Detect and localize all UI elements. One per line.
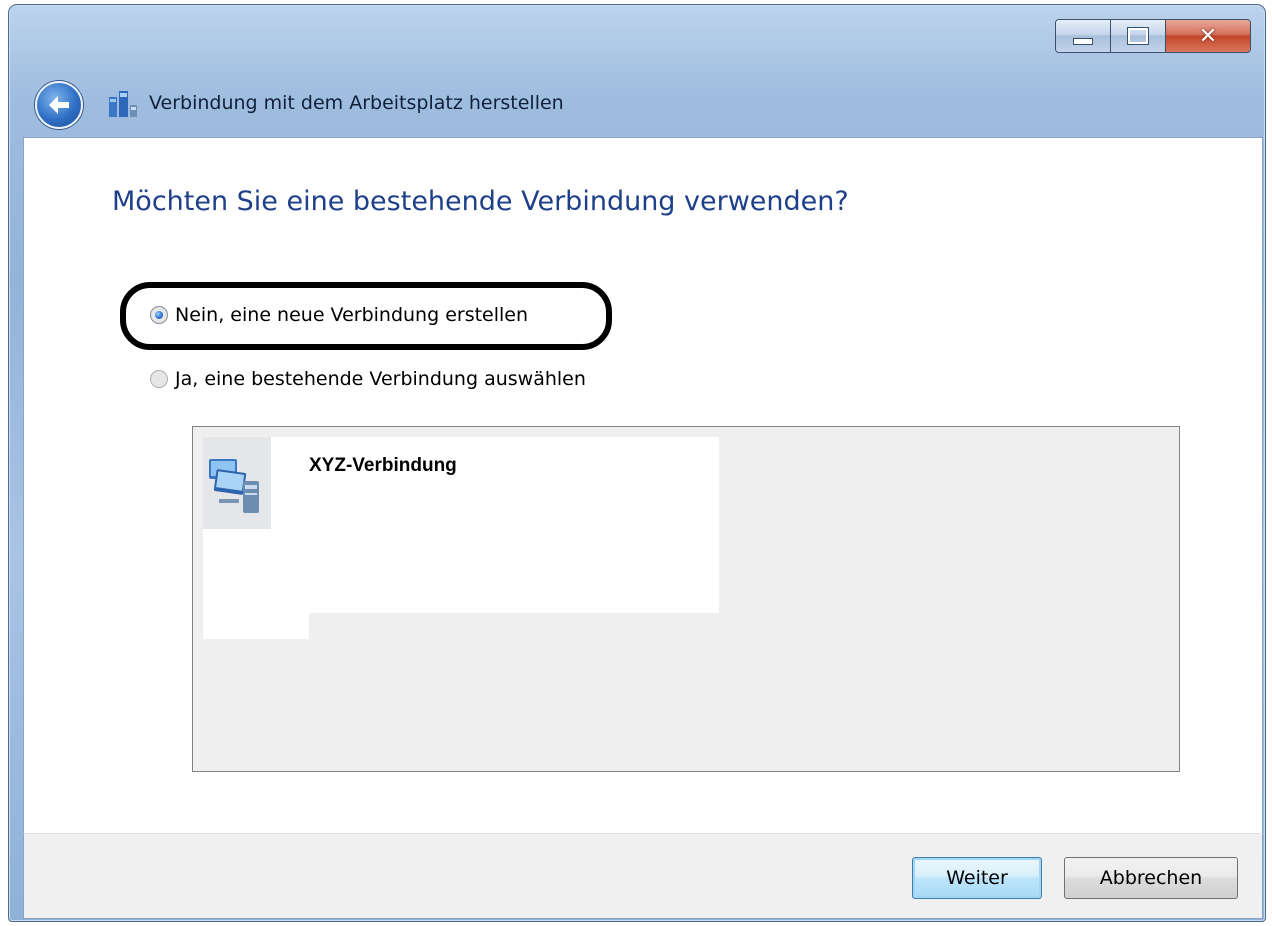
option-existing-connection[interactable]: Ja, eine bestehende Verbindung auswählen (150, 368, 586, 390)
list-item-extension (203, 613, 309, 639)
maximize-icon (1128, 28, 1148, 44)
radio-new-connection[interactable] (150, 306, 168, 324)
back-button[interactable] (35, 81, 83, 129)
list-item-icon-cell (203, 437, 271, 529)
cancel-button[interactable]: Abbrechen (1064, 857, 1238, 899)
connection-name: XYZ-Verbindung (309, 455, 457, 476)
content-panel: Möchten Sie eine bestehende Verbindung v… (23, 137, 1263, 834)
remote-desktop-icon (109, 91, 137, 117)
option-existing-connection-label: Ja, eine bestehende Verbindung auswählen (175, 368, 586, 390)
page-heading: Möchten Sie eine bestehende Verbindung v… (112, 186, 849, 217)
next-button[interactable]: Weiter (912, 857, 1042, 899)
option-new-connection-label: Nein, eine neue Verbindung erstellen (175, 304, 529, 326)
close-button[interactable]: ✕ (1166, 20, 1250, 52)
option-new-connection[interactable]: Nein, eine neue Verbindung erstellen (150, 304, 528, 326)
minimize-button[interactable] (1056, 20, 1111, 52)
close-icon: ✕ (1198, 23, 1218, 49)
radio-existing-connection[interactable] (150, 370, 168, 388)
maximize-button[interactable] (1111, 20, 1166, 52)
back-arrow-icon (49, 96, 69, 114)
footer-bar: Weiter Abbrechen (23, 833, 1263, 919)
window-title: Verbindung mit dem Arbeitsplatz herstell… (149, 92, 564, 114)
minimize-icon (1073, 37, 1093, 45)
connection-list[interactable]: XYZ-Verbindung (192, 426, 1180, 772)
wizard-window: ✕ Verbindung mit dem Arbeitsplatz herste… (8, 4, 1266, 922)
caption-buttons: ✕ (1055, 19, 1251, 53)
network-computer-icon (209, 459, 259, 513)
list-item[interactable] (203, 437, 719, 613)
